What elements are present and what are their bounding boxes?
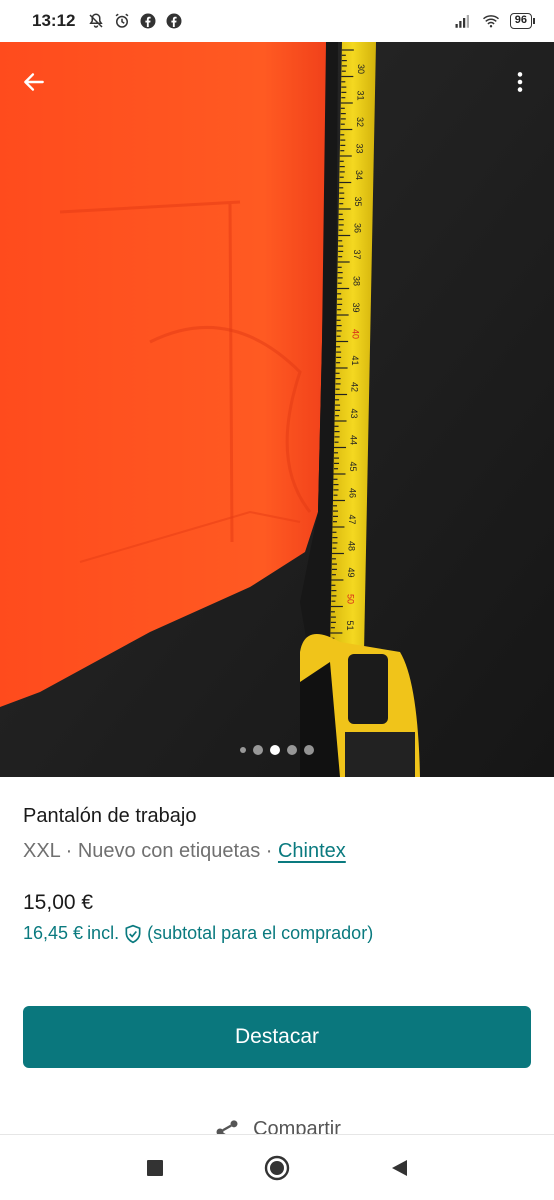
tape-number: 47: [347, 515, 357, 525]
tape-number: 38: [352, 276, 362, 286]
tape-number: 36: [353, 223, 363, 233]
item-photo[interactable]: 30 31 32 33 34 35 36 37 38 39 40 41 42 43 44 45 46 47 48 49…: [0, 42, 554, 777]
tape-number: 48: [346, 541, 356, 551]
tape-number: 35: [353, 197, 363, 207]
item-photo-carousel[interactable]: 30 31 32 33 34 35 36 37 38 39 40 41 42 43 44 45 46 47 48 49…: [0, 42, 554, 777]
more-options-button[interactable]: [500, 62, 540, 102]
recents-button[interactable]: [140, 1153, 170, 1183]
tape-number: 50: [345, 594, 355, 604]
status-icons-left: [87, 12, 183, 30]
system-nav-bar: [0, 1134, 554, 1200]
carousel-indicator[interactable]: [0, 745, 554, 755]
item-attributes: XXL · Nuevo con etiquetas · Chintex: [23, 840, 531, 863]
signal-icon: [455, 15, 469, 28]
back-arrow-icon: [24, 73, 44, 91]
item-info: Pantalón de trabajo XXL · Nuevo con etiq…: [0, 777, 554, 944]
item-condition: Nuevo con etiquetas: [77, 840, 261, 862]
tape-number: 30: [356, 64, 366, 74]
tape-number: 44: [349, 435, 359, 445]
more-vert-icon: [517, 72, 523, 92]
alarm-icon: [116, 13, 129, 28]
wifi-icon: [482, 15, 499, 28]
tape-number: 41: [350, 356, 360, 366]
tape-number: 33: [354, 144, 364, 154]
shield-check-icon: [125, 924, 141, 943]
share-button[interactable]: Compartir: [0, 1114, 554, 1136]
back-button[interactable]: [14, 62, 54, 102]
item-price: 15,00 €: [23, 891, 94, 914]
triangle-back-icon: [392, 1159, 407, 1176]
tape-number: 40: [351, 329, 361, 339]
tape-number: 31: [355, 91, 365, 101]
item-size: XXL: [23, 840, 61, 862]
carousel-dot[interactable]: [253, 745, 263, 755]
carousel-dot[interactable]: [287, 745, 297, 755]
notifications-off-icon: [89, 13, 104, 28]
carousel-dot[interactable]: [240, 747, 246, 753]
tape-number: 34: [354, 170, 364, 180]
carousel-dot[interactable]: [304, 745, 314, 755]
tape-number: 43: [349, 409, 359, 419]
tape-number: 42: [350, 382, 360, 392]
facebook-icon: [140, 13, 156, 29]
tape-number: 49: [346, 568, 356, 578]
status-icons-right: 96: [454, 12, 536, 30]
tape-number: 32: [355, 117, 365, 127]
tape-number: 51: [345, 621, 355, 631]
back-nav-button[interactable]: [384, 1153, 414, 1183]
home-button[interactable]: [262, 1153, 292, 1183]
battery-icon: 96: [509, 13, 536, 29]
tape-number: 46: [348, 488, 358, 498]
brand-link[interactable]: Chintex: [278, 840, 346, 862]
status-bar: 13:12 96: [0, 0, 554, 42]
square-icon: [147, 1159, 163, 1176]
buyer-price: 16,45 €: [23, 923, 84, 943]
buyer-price-incl: incl.: [87, 923, 120, 943]
separator: ·: [260, 840, 278, 862]
carousel-dot[interactable]: [270, 745, 280, 755]
tape-number: 37: [352, 250, 362, 260]
separator: ·: [60, 840, 78, 862]
buyer-price-note: (subtotal para el comprador): [147, 923, 374, 943]
status-time: 13:12: [32, 11, 76, 30]
circle-home-icon: [264, 1155, 290, 1180]
item-title: Pantalón de trabajo: [23, 805, 197, 827]
buyer-price-info[interactable]: 16,45 € incl. (subtotal para el comprado…: [23, 923, 531, 944]
tape-number: 45: [348, 462, 358, 472]
promote-button[interactable]: Destacar: [23, 1006, 531, 1068]
facebook-icon: [166, 13, 182, 29]
tape-number: 39: [351, 303, 361, 313]
